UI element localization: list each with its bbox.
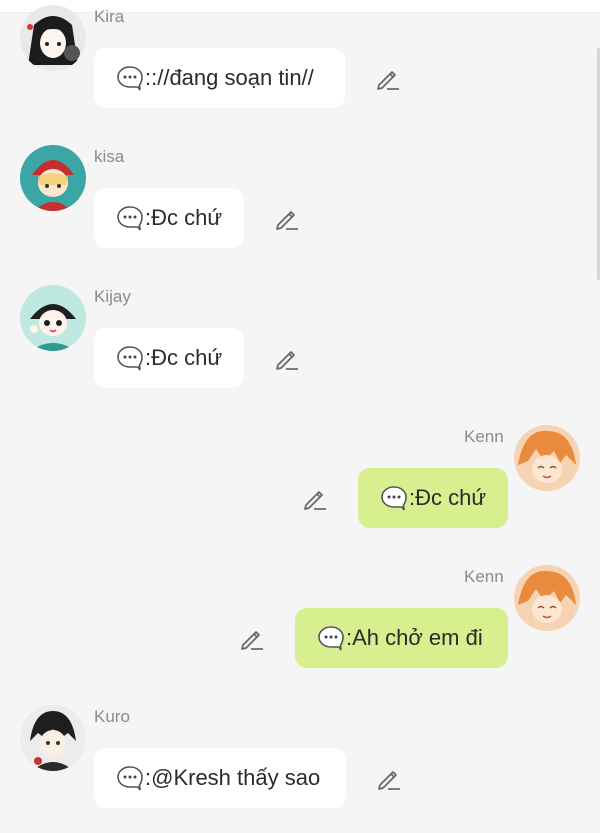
message-bubble[interactable]: :Đc chứ [94, 328, 244, 388]
chat-bubble-icon [380, 485, 408, 511]
message-text: :Đc chứ [409, 485, 487, 510]
chat-bubble-icon [116, 65, 144, 91]
message-bubble[interactable]: :@Kresh thấy sao [94, 748, 346, 808]
kenn-avatar[interactable] [514, 425, 580, 491]
sender-name: Kira [94, 7, 125, 26]
kijay-avatar[interactable] [20, 285, 86, 351]
message-text: :Ah chở em đi [346, 625, 483, 650]
pencil-icon[interactable] [274, 346, 300, 372]
message-bubble[interactable]: :://đang soạn tin// [94, 48, 345, 108]
pencil-icon[interactable] [376, 766, 402, 792]
message-bubble[interactable]: :Đc chứ [94, 188, 244, 248]
sender-name: Kijay [94, 287, 131, 306]
kuro-avatar[interactable] [20, 705, 86, 771]
sender-name: kisa [94, 147, 125, 166]
sender-name: Kuro [94, 707, 130, 726]
message-text: :@Kresh thấy sao [145, 765, 321, 790]
message-text: :Đc chứ [145, 345, 223, 370]
kenn-avatar[interactable] [514, 565, 580, 631]
message-text: :Đc chứ [145, 205, 223, 230]
sender-name: Kenn [464, 427, 504, 446]
message-text: :://đang soạn tin// [145, 65, 314, 90]
pencil-icon[interactable] [302, 486, 328, 512]
top-clipped-header [0, 0, 600, 13]
pencil-icon[interactable] [375, 66, 401, 92]
kira-avatar[interactable] [20, 5, 86, 71]
pencil-icon[interactable] [274, 206, 300, 232]
message-bubble[interactable]: :Đc chứ [358, 468, 508, 528]
chat-bubble-icon [116, 205, 144, 231]
kisa-avatar[interactable] [20, 145, 86, 211]
chat-bubble-icon [116, 345, 144, 371]
chat-bubble-icon [317, 625, 345, 651]
chat-bubble-icon [116, 765, 144, 791]
pencil-icon[interactable] [239, 626, 265, 652]
sender-name: Kenn [464, 567, 504, 586]
message-bubble[interactable]: :Ah chở em đi [295, 608, 508, 668]
